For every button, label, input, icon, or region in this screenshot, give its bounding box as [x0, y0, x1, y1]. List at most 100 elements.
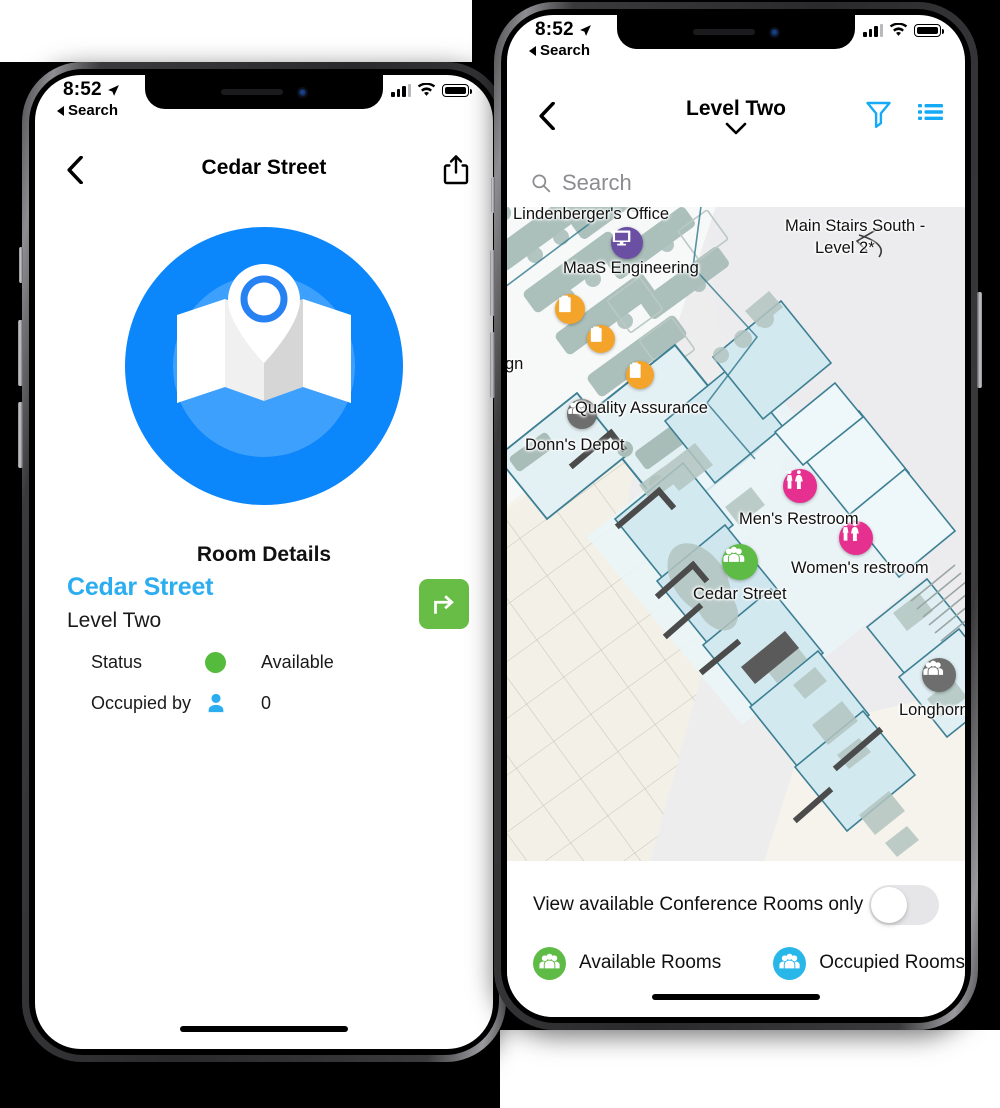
back-button[interactable]	[57, 153, 91, 187]
detail-label: Occupied by	[91, 692, 192, 713]
right-phone-notch	[617, 15, 855, 49]
screenshot-root: 8:52 Search Cedar Street Room Details Ce…	[0, 0, 1000, 1108]
right-navbar-actions	[866, 101, 943, 128]
detail-value: Available	[261, 652, 334, 672]
group-icon	[539, 954, 560, 969]
right-phone-screen: 8:52 Search Level Two Search Lindenberge…	[507, 15, 965, 1017]
detail-row-status: Status Available	[35, 652, 493, 673]
legend-item-occupied[interactable]: Occupied Rooms	[773, 946, 965, 980]
earpiece-speaker	[692, 29, 755, 35]
directions-button[interactable]	[419, 579, 469, 629]
detail-row-occupancy: Occupied by 0	[35, 692, 493, 714]
map-label-donns-depot: Donn's Depot	[525, 436, 625, 454]
monitor-icon	[612, 230, 631, 246]
right-navbar: Level Two	[507, 97, 965, 145]
group-icon	[779, 954, 800, 969]
available-conference-rooms-toggle[interactable]	[869, 885, 939, 925]
mens-restroom-pin[interactable]	[783, 469, 817, 503]
toggle-knob	[871, 887, 907, 923]
status-back-to-search[interactable]: Search	[529, 42, 590, 59]
left-phone-screen: 8:52 Search Cedar Street Room Details Ce…	[35, 75, 493, 1049]
workspace-pin-3[interactable]	[626, 361, 654, 389]
group-icon	[723, 546, 745, 562]
map-label-mens-restroom: Men's Restroom	[739, 510, 859, 528]
share-icon[interactable]	[443, 154, 469, 185]
status-back-to-search[interactable]: Search	[57, 102, 118, 119]
section-title: Room Details	[196, 543, 332, 566]
map-label-longhorn: Longhorn	[899, 701, 965, 719]
clipboard-icon	[559, 295, 571, 313]
backdrop-white-bottom	[524, 1030, 1000, 1108]
back-triangle-icon	[57, 105, 64, 116]
right-phone-volume-up[interactable]	[490, 250, 495, 316]
location-arrow-icon	[579, 24, 591, 36]
status-indicators	[391, 83, 472, 97]
left-phone-mute-switch[interactable]	[19, 247, 23, 283]
map-bottom-panel: View available Conference Rooms only Ava…	[507, 861, 965, 1017]
filter-funnel-icon[interactable]	[866, 101, 891, 128]
left-phone-volume-up[interactable]	[18, 320, 23, 386]
right-phone-power-button[interactable]	[977, 292, 982, 388]
right-phone-volume-down[interactable]	[490, 332, 495, 398]
home-indicator[interactable]	[652, 994, 820, 1000]
left-phone: 8:52 Search Cedar Street Room Details Ce…	[18, 62, 510, 1062]
map-label-main-stairs-south: Main Stairs South -	[785, 217, 926, 235]
status-indicators	[863, 23, 944, 37]
green-status-dot	[205, 652, 261, 673]
front-camera	[296, 86, 308, 98]
toggle-label: View available Conference Rooms only	[533, 894, 864, 915]
room-level: Level Two	[67, 609, 162, 632]
left-phone-volume-down[interactable]	[18, 402, 23, 468]
workspace-pin-2[interactable]	[587, 325, 615, 353]
map-label-lindenbergers-office: Lindenberger's Office	[513, 207, 670, 223]
workspace-pin-1[interactable]	[555, 294, 585, 324]
legend-label: Available Rooms	[579, 952, 722, 973]
status-back-label: Search	[68, 102, 119, 119]
earpiece-speaker	[220, 89, 283, 95]
map-label-level-2: Level 2*	[815, 239, 875, 257]
location-arrow-icon	[107, 84, 119, 96]
wifi-icon	[417, 83, 436, 96]
right-phone: 8:52 Search Level Two Search Lindenberge…	[490, 2, 982, 1030]
map-label-quality-assurance: Quality Assurance	[575, 399, 708, 417]
left-navbar: Cedar Street	[35, 153, 493, 195]
chevron-left-icon	[538, 102, 555, 130]
front-camera	[768, 26, 780, 38]
cedar-street-pin[interactable]	[722, 544, 758, 580]
group-icon	[923, 660, 944, 675]
chevron-left-icon	[66, 156, 83, 184]
maas-engineering-pin[interactable]	[611, 227, 643, 259]
legend-item-available[interactable]: Available Rooms	[533, 946, 722, 980]
map-label-partial-gn: gn	[507, 355, 524, 373]
battery-icon	[914, 24, 944, 37]
turn-right-arrow-icon	[433, 594, 454, 614]
map-glyph	[177, 264, 351, 403]
person-icon	[205, 692, 261, 714]
legend-label: Occupied Rooms	[819, 952, 965, 973]
room-name: Cedar Street	[67, 573, 214, 601]
status-back-label: Search	[540, 42, 591, 59]
map-label-womens-restroom: Women's restroom	[791, 559, 929, 577]
wifi-icon	[889, 23, 908, 36]
cellular-bars-icon	[391, 84, 411, 97]
left-navbar-actions	[443, 154, 469, 185]
status-time: 8:52	[535, 19, 574, 40]
map-legend: Available Rooms Occupied Rooms	[507, 943, 965, 983]
restroom-icon	[786, 470, 803, 490]
search-input[interactable]: Search	[562, 170, 632, 196]
clipboard-icon	[590, 326, 602, 342]
available-rooms-marker-icon	[533, 946, 566, 980]
cellular-bars-icon	[863, 24, 883, 37]
conference-rooms-toggle-row: View available Conference Rooms only	[507, 883, 965, 927]
search-icon	[532, 174, 551, 193]
app-icon-area	[35, 227, 493, 505]
clipboard-icon	[629, 362, 641, 378]
floor-map[interactable]: Lindenberger's Office Main Stairs South …	[507, 207, 965, 917]
longhorn-pin[interactable]	[922, 658, 956, 692]
home-indicator[interactable]	[180, 1026, 348, 1032]
chevron-down-icon	[725, 122, 747, 135]
list-icon[interactable]	[918, 103, 943, 126]
back-button[interactable]	[529, 99, 563, 133]
map-app-icon	[125, 227, 403, 505]
search-bar[interactable]: Search	[507, 160, 965, 206]
